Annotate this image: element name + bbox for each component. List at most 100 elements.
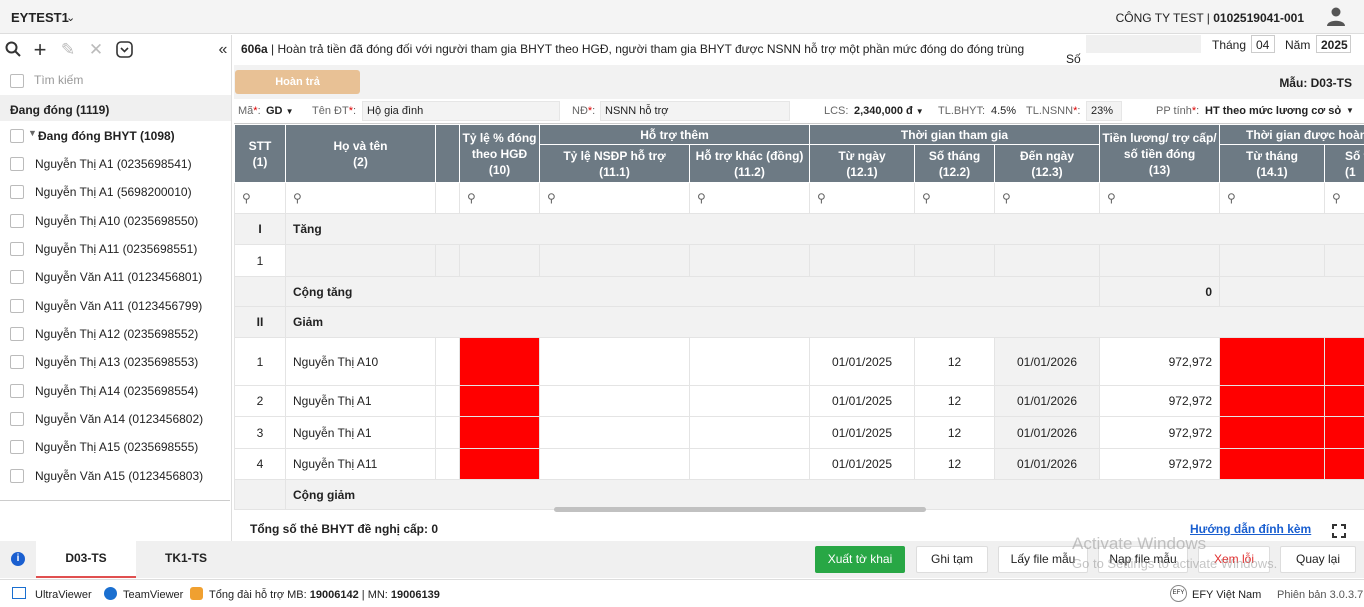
tab-tk1-ts[interactable]: TK1-TS	[136, 541, 236, 578]
hoan-tra-button[interactable]: Hoàn trả	[235, 70, 360, 94]
cell-tu-ngay[interactable]: 01/01/2025	[809, 416, 915, 449]
list-item[interactable]: Nguyễn Thị A11 (0235698551)	[10, 239, 225, 259]
tab-d03-ts[interactable]: D03-TS	[36, 541, 136, 578]
checkbox[interactable]	[10, 469, 24, 483]
cell-name[interactable]: Nguyễn Thị A1	[285, 385, 436, 417]
fullscreen-icon[interactable]	[1332, 524, 1346, 538]
export-button[interactable]: Xuất tờ khai	[815, 546, 905, 573]
cell-tu-ngay[interactable]: 01/01/2025	[809, 385, 915, 417]
back-button[interactable]: Quay lại	[1280, 546, 1356, 573]
cell-tien[interactable]: 972,972	[1099, 385, 1221, 417]
cell-tu-ngay[interactable]: 01/01/2025	[809, 337, 915, 386]
ma-select[interactable]: GD ▼	[266, 105, 293, 117]
checkbox[interactable]	[10, 129, 24, 143]
list-item[interactable]: Nguyễn Thị A12 (0235698552)	[10, 324, 225, 344]
list-item[interactable]: Nguyễn Thị A10 (0235698550)	[10, 211, 225, 231]
checkbox[interactable]	[10, 299, 24, 313]
tendt-field[interactable]: Hộ gia đình	[362, 101, 560, 121]
cell[interactable]	[689, 385, 810, 417]
cell-so-error[interactable]	[1324, 385, 1364, 417]
cell[interactable]	[689, 416, 810, 449]
cell-tien[interactable]: 972,972	[1099, 337, 1221, 386]
cell[interactable]	[689, 448, 810, 480]
cell-tu-thang-error[interactable]	[1219, 337, 1326, 386]
checkbox[interactable]	[10, 412, 24, 426]
cell[interactable]	[539, 244, 690, 277]
thang-input[interactable]: 04	[1251, 35, 1275, 53]
table-row[interactable]: 1 Nguyễn Thị A10 01/01/2025 12 01/01/202…	[234, 337, 1364, 386]
list-item[interactable]: Nguyễn Văn A11 (0123456801)	[10, 267, 225, 287]
checkbox[interactable]	[10, 270, 24, 284]
table-row[interactable]: 1	[234, 244, 1364, 277]
ultraviewer-link[interactable]: UltraViewer	[35, 589, 92, 601]
table-row[interactable]: 3 Nguyễn Thị A1 01/01/2025 12 01/01/2026…	[234, 416, 1364, 449]
edit-icon[interactable]: ✎	[59, 41, 77, 59]
column-filter[interactable]: ⚲	[1219, 182, 1326, 214]
cell-tien[interactable]: 972,972	[1099, 416, 1221, 449]
nam-input[interactable]: 2025	[1316, 35, 1351, 53]
ultraviewer-icon[interactable]	[12, 587, 26, 599]
cell[interactable]	[539, 337, 690, 386]
column-filter[interactable]: ⚲	[1099, 182, 1221, 214]
cell-tyle-error[interactable]	[459, 448, 540, 480]
list-item[interactable]: Nguyễn Văn A11 (0123456799)	[10, 296, 225, 316]
checkbox[interactable]	[10, 214, 24, 228]
cell[interactable]	[689, 337, 810, 386]
lcs-select[interactable]: 2,340,000 đ ▼	[854, 105, 924, 117]
checkbox[interactable]	[10, 355, 24, 369]
list-item[interactable]: Nguyễn Thị A1 (0235698541)	[10, 154, 225, 174]
cell-tu-thang-error[interactable]	[1219, 448, 1326, 480]
cell-tu-thang-error[interactable]	[1219, 385, 1326, 417]
cell-so-error[interactable]	[1324, 416, 1364, 449]
list-item[interactable]: Nguyễn Văn A15 (0123456803)	[10, 466, 225, 486]
cell[interactable]	[993, 244, 1101, 277]
chevron-down-icon[interactable]: ⌄	[66, 11, 75, 24]
column-filter[interactable]: ⚲	[689, 182, 810, 214]
search-icon[interactable]	[4, 41, 22, 59]
column-filter[interactable]: ⚲	[459, 182, 540, 214]
caret-down-icon[interactable]: ▼	[28, 128, 37, 138]
dropdown-icon[interactable]	[115, 41, 133, 59]
subgroup-item[interactable]: ▼ Đang đóng BHYT (1098)	[10, 126, 225, 146]
cell-name[interactable]: Nguyễn Thị A11	[285, 448, 436, 480]
cell[interactable]	[809, 244, 915, 277]
teamviewer-link[interactable]: TeamViewer	[123, 589, 183, 601]
cell[interactable]	[539, 448, 690, 480]
collapse-icon[interactable]: «	[214, 41, 232, 59]
checkbox[interactable]	[10, 185, 24, 199]
cell[interactable]	[689, 244, 810, 277]
pptinh-select[interactable]: HT theo mức lương cơ sở	[1205, 105, 1341, 117]
cell[interactable]	[1099, 244, 1221, 277]
select-all-checkbox[interactable]	[10, 74, 24, 88]
column-filter[interactable]: ⚲	[914, 182, 995, 214]
group-title[interactable]: Đang đóng (1119)	[10, 103, 109, 117]
cell-so-thang[interactable]: 12	[914, 448, 995, 480]
info-icon[interactable]: i	[11, 552, 25, 566]
cell-so-error[interactable]	[1324, 448, 1364, 480]
list-item[interactable]: Nguyễn Thị A1 (5698200010)	[10, 182, 225, 202]
add-icon[interactable]: +	[31, 39, 49, 61]
list-item[interactable]: Nguyễn Thị A13 (0235698553)	[10, 352, 225, 372]
app-name[interactable]: EYTEST1	[11, 10, 69, 25]
list-item[interactable]: Nguyễn Văn A14 (0123456802)	[10, 409, 225, 429]
cell[interactable]	[1219, 244, 1326, 277]
checkbox[interactable]	[10, 440, 24, 454]
teamviewer-icon[interactable]	[104, 587, 117, 600]
column-filter[interactable]: ⚲	[809, 182, 915, 214]
cell-tyle-error[interactable]	[459, 416, 540, 449]
cell-so-thang[interactable]: 12	[914, 337, 995, 386]
checkbox[interactable]	[10, 242, 24, 256]
cell-tien[interactable]: 972,972	[1099, 448, 1221, 480]
cell[interactable]	[285, 244, 436, 277]
cell[interactable]	[459, 244, 540, 277]
table-row[interactable]: 2 Nguyễn Thị A1 01/01/2025 12 01/01/2026…	[234, 385, 1364, 417]
cell[interactable]	[539, 416, 690, 449]
table-row[interactable]: 4 Nguyễn Thị A11 01/01/2025 12 01/01/202…	[234, 448, 1364, 480]
delete-icon[interactable]: ✕	[87, 41, 105, 59]
list-item[interactable]: Nguyễn Thị A14 (0235698554)	[10, 381, 225, 401]
horizontal-scrollbar[interactable]	[554, 507, 926, 512]
cell[interactable]	[435, 244, 460, 277]
tlnsnn-field[interactable]: 23%	[1086, 101, 1122, 121]
column-filter[interactable]: ⚲	[539, 182, 690, 214]
list-item[interactable]: Nguyễn Thị A15 (0235698555)	[10, 437, 225, 457]
